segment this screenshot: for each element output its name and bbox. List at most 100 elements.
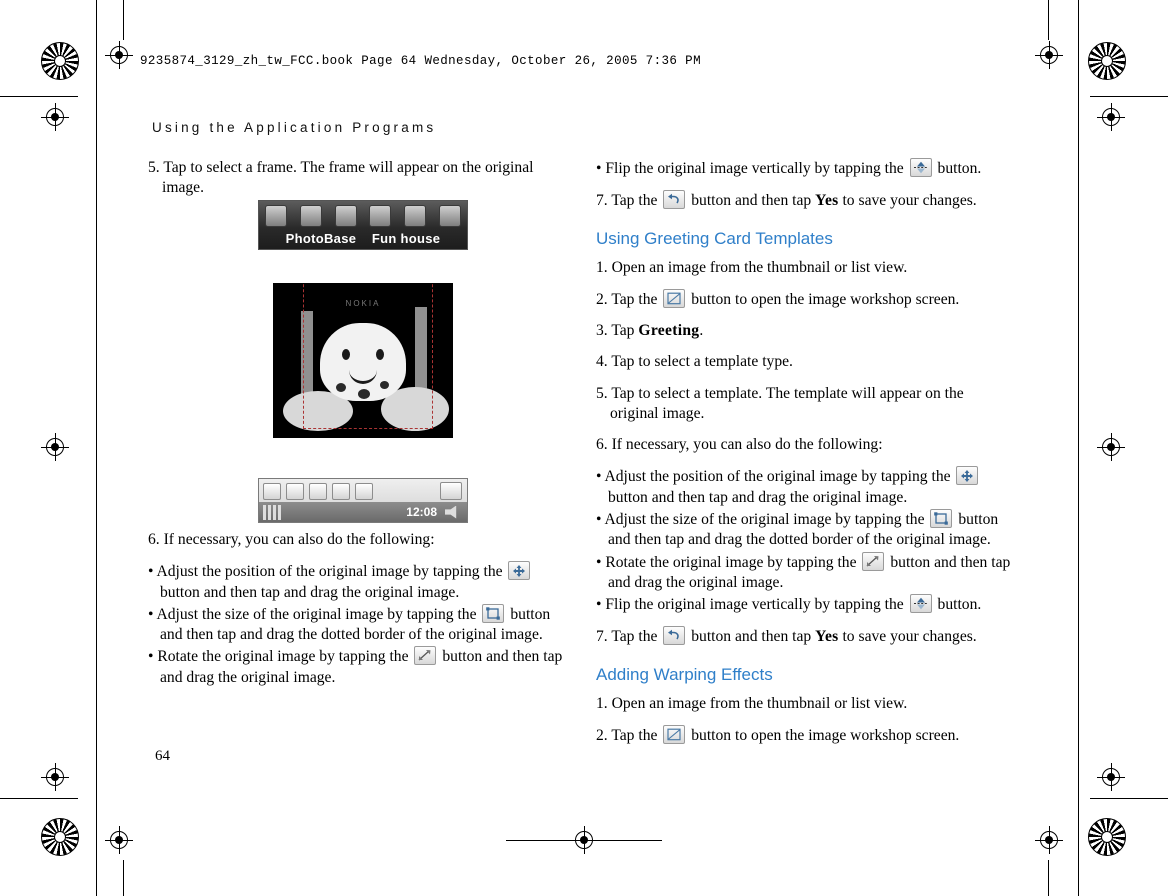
greeting-step-7-mid: button and then tap — [691, 628, 812, 646]
warping-step-2-post: button to open the image workshop screen… — [691, 726, 960, 744]
right-step-7-a: 7. Tap the button and then tap Yes to sa… — [596, 190, 1016, 211]
greeting-step-1-number: 1. — [596, 258, 608, 276]
page-edge-mid-right — [1048, 0, 1049, 40]
back-icon — [440, 482, 462, 500]
right-column: • Flip the original image vertically by … — [596, 158, 1016, 750]
greeting-step-3-pre: Tap — [611, 322, 635, 340]
figure-editor-statusbar: 12:08 — [258, 478, 468, 523]
greeting-step-7-post: to save your changes. — [842, 628, 977, 646]
right-step-7-a-post: to save your changes. — [842, 192, 977, 210]
greeting-step-3-post: . — [699, 322, 704, 340]
registration-mark-right-lower — [1097, 763, 1125, 791]
greeting-step-6-number: 6. — [596, 436, 608, 454]
trim-line-bottom-left — [0, 798, 78, 799]
warping-step-1-number: 1. — [596, 694, 608, 712]
move-icon — [286, 482, 304, 500]
right-bullet-flip-pre: • Flip the original image vertically by … — [596, 160, 904, 177]
trim-line-bottom-center-right — [592, 840, 662, 841]
move-icon[interactable] — [508, 561, 531, 581]
left-step-5-text: Tap to select a frame. The frame will ap… — [162, 159, 534, 197]
greeting-step-1-text: Open an image from the thumbnail or list… — [611, 258, 908, 276]
registration-mark-left-upper — [41, 103, 69, 131]
greeting-step-2-pre: Tap the — [611, 290, 658, 308]
dashed-selection-frame — [303, 283, 433, 429]
workshop-icon[interactable] — [663, 724, 686, 744]
frame-icon — [299, 205, 322, 227]
greeting-bullet-rotate-pre: • Rotate the original image by tapping t… — [596, 553, 857, 571]
greeting-bullet-position-pre: • Adjust the position of the original im… — [596, 468, 951, 486]
left-bullet-rotate: • Rotate the original image by tapping t… — [148, 646, 568, 688]
right-step-7-a-pre: Tap the — [611, 192, 658, 210]
starburst-mark-top-left — [41, 42, 79, 80]
warping-step-2-pre: Tap the — [611, 726, 658, 744]
left-bullet-rotate-pre: • Rotate the original image by tapping t… — [148, 648, 409, 666]
speaker-icon — [445, 505, 457, 519]
warping-step-1: 1. Open an image from the thumbnail or l… — [596, 694, 1016, 714]
running-head: Using the Application Programs — [152, 120, 437, 135]
section-heading-warping: Adding Warping Effects — [596, 664, 773, 684]
toolbar-label-funhouse: Fun house — [371, 231, 441, 246]
greeting-step-1: 1. Open an image from the thumbnail or l… — [596, 258, 1016, 278]
resize-icon[interactable] — [482, 603, 505, 623]
greeting-step-2-number: 2. — [596, 290, 608, 308]
registration-mark-left-middle — [41, 433, 69, 461]
greeting-step-3-number: 3. — [596, 322, 608, 340]
greeting-bullet-position-post: button and then tap and drag the origina… — [608, 488, 908, 506]
left-bullet-size-pre: • Adjust the size of the original image … — [148, 605, 477, 623]
page-edge-left — [96, 0, 97, 896]
greeting-step-5-number: 5. — [596, 384, 608, 402]
section-heading-greeting: Using Greeting Card Templates — [596, 228, 833, 248]
greeting-bullet-size-pre: • Adjust the size of the original image … — [596, 511, 925, 529]
back-icon[interactable] — [663, 626, 686, 646]
greeting-step-7-yes: Yes — [815, 628, 839, 646]
left-step-5-number: 5. — [148, 159, 160, 176]
greeting-step-4: 4. Tap to select a template type. — [596, 352, 1016, 372]
greeting-step-5-text: Tap to select a template. The template w… — [610, 384, 964, 422]
flip-icon[interactable] — [909, 594, 932, 614]
signal-icon — [263, 505, 283, 520]
trim-line-bottom-center-left — [506, 840, 576, 841]
left-step-6-number: 6. — [148, 531, 160, 548]
greeting-step-3-bold: Greeting — [638, 322, 700, 340]
figure-frame-toolbar: PhotoBase Fun house — [258, 200, 468, 250]
statusbar-bottom-row: 12:08 — [259, 502, 467, 522]
brush-icon — [403, 205, 426, 227]
figure-ghost-photo: NOKIA — [273, 283, 453, 438]
greeting-step-7: 7. Tap the button and then tap Yes to sa… — [596, 626, 1016, 647]
landscape-icon — [334, 205, 357, 227]
workshop-icon[interactable] — [663, 288, 686, 308]
greeting-bullet-flip-pre: • Flip the original image vertically by … — [596, 596, 904, 614]
left-step-6-text: If necessary, you can also do the follow… — [163, 531, 435, 548]
starburst-mark-bottom-right — [1088, 818, 1126, 856]
page-number: 64 — [155, 748, 170, 764]
left-bullet-position: • Adjust the position of the original im… — [148, 561, 568, 603]
page-edge-right — [1078, 0, 1079, 896]
greeting-step-6: 6. If necessary, you can also do the fol… — [596, 435, 1016, 455]
page-edge-mid-left-bottom — [123, 860, 124, 896]
starburst-mark-top-right — [1088, 42, 1126, 80]
right-step-7-a-yes: Yes — [815, 192, 839, 210]
starburst-mark-bottom-left — [41, 818, 79, 856]
move-icon[interactable] — [956, 466, 979, 486]
rotate-icon[interactable] — [862, 551, 885, 571]
registration-mark-bottom-right — [1035, 826, 1063, 854]
figure-frame-toolbar-icons — [259, 203, 467, 229]
back-icon[interactable] — [663, 190, 686, 210]
photo-icon — [265, 205, 288, 227]
greeting-step-4-number: 4. — [596, 353, 608, 371]
flip-icon — [355, 482, 373, 500]
flip-icon[interactable] — [909, 158, 932, 177]
left-bullet-position-post: button and then tap and drag the origina… — [160, 583, 460, 601]
greeting-step-4-text: Tap to select a template type. — [611, 353, 793, 371]
book-file-line: 9235874_3129_zh_tw_FCC.book Page 64 Wedn… — [140, 54, 701, 68]
rotate-icon[interactable] — [414, 646, 437, 666]
greeting-step-7-pre: Tap the — [611, 628, 658, 646]
left-bullet-size: • Adjust the size of the original image … — [148, 603, 568, 646]
greeting-bullet-flip-post: button. — [937, 596, 982, 614]
left-bullet-position-pre: • Adjust the position of the original im… — [148, 563, 503, 581]
resize-icon[interactable] — [930, 509, 953, 529]
right-bullet-flip-post: button. — [937, 160, 982, 177]
registration-mark-bottom-center — [570, 826, 598, 854]
registration-mark-right-upper — [1097, 103, 1125, 131]
registration-mark-top-right — [1035, 41, 1063, 69]
